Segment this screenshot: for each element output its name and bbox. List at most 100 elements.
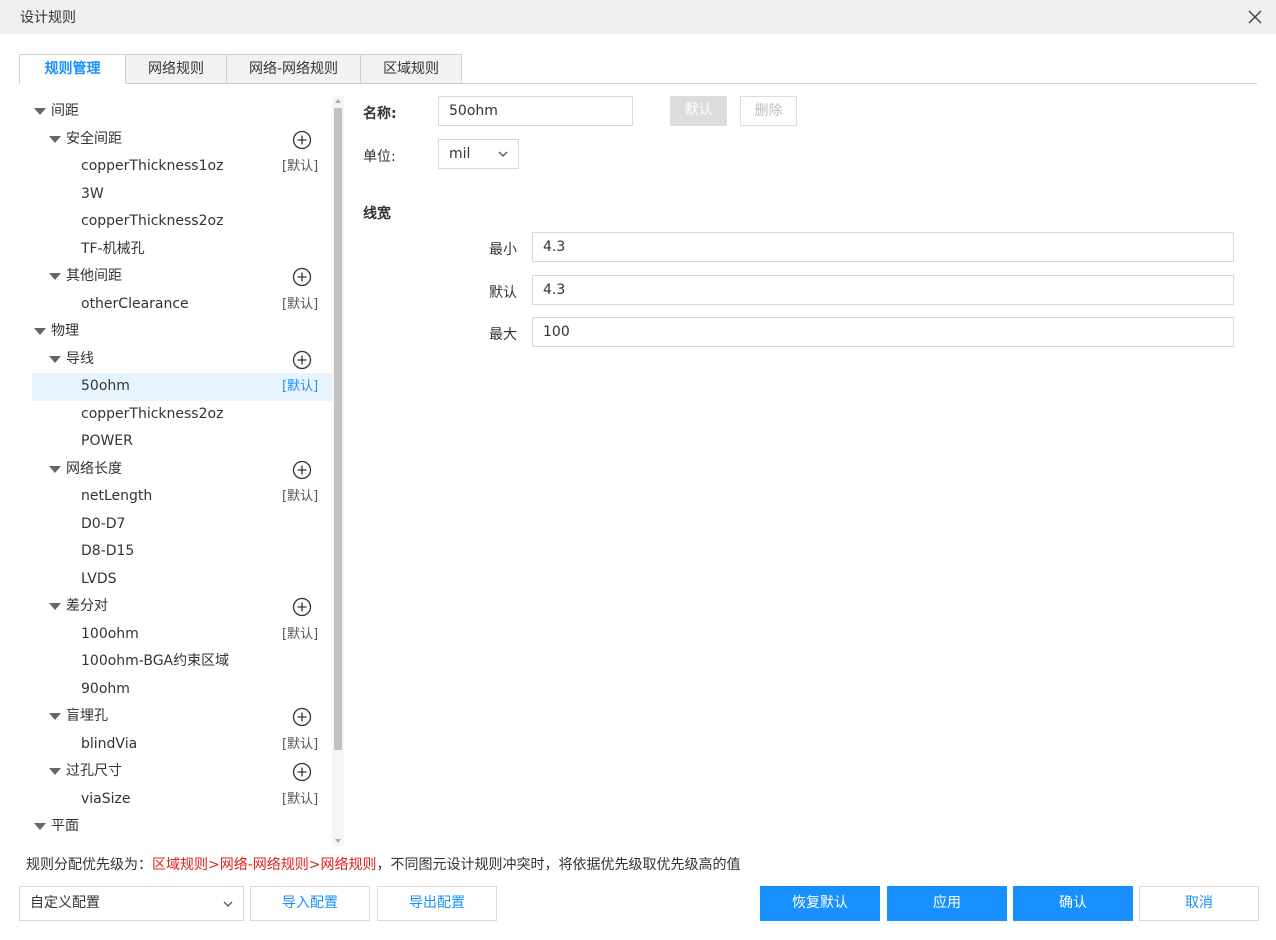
tree-label: 物理 [51,323,79,339]
chevron-down-icon [223,901,233,907]
set-default-button[interactable]: 默认 [670,96,727,126]
tree-label: POWER [81,433,133,449]
tree-label: 90ohm [81,680,130,697]
tree-item[interactable]: viaSize [默认] [32,786,332,814]
plus-circle-icon[interactable] [292,597,312,617]
close-icon[interactable] [1244,6,1266,28]
scrollbar-thumb[interactable] [334,108,342,750]
tree-category-via-size[interactable]: 过孔尺寸 [32,758,332,786]
tree-label: blindVia [81,735,138,752]
name-input[interactable] [438,96,633,126]
scroll-up-icon[interactable] [335,99,341,103]
tree-item[interactable]: copperThickness1oz [默认] [32,153,332,181]
config-value: 自定义配置 [30,895,100,911]
tree-label: viaSize [81,790,131,807]
name-label: 名称: [363,106,397,122]
export-config-button[interactable]: 导出配置 [377,886,497,921]
min-label: 最小 [489,242,517,258]
tab-net-net-rules[interactable]: 网络-网络规则 [227,54,362,84]
caret-down-icon[interactable] [49,603,61,610]
tree-item-selected[interactable]: 50ohm [默认] [32,373,332,401]
tree-item[interactable]: copperThickness2oz [32,401,332,429]
caret-down-icon[interactable] [49,713,61,720]
scroll-down-icon[interactable] [335,839,341,843]
default-badge: [默认] [282,379,319,394]
tree-label: 其他间距 [66,268,122,284]
caret-down-icon[interactable] [49,768,61,775]
tree-label: 过孔尺寸 [66,763,122,779]
import-config-button[interactable]: 导入配置 [250,886,370,921]
default-badge: [默认] [282,159,319,174]
tree-item[interactable]: otherClearance [默认] [32,291,332,319]
note-suffix: ，不同图元设计规则冲突时，将依据优先级取优先级高的值 [376,857,741,873]
confirm-button[interactable]: 确认 [1013,886,1133,921]
rule-tree: 间距 安全间距 copperThickness1oz [默认] 3W coppe… [32,98,332,846]
caret-down-icon[interactable] [49,273,61,280]
tree-category-net-length[interactable]: 网络长度 [32,456,332,484]
dialog-titlebar: 设计规则 [0,0,1276,34]
tree-label: netLength [81,488,153,504]
chevron-down-icon [498,151,508,157]
plus-circle-icon[interactable] [292,762,312,782]
tree-category-blind-buried-via[interactable]: 盲埋孔 [32,703,332,731]
apply-button[interactable]: 应用 [887,886,1007,921]
tree-category-other-spacing[interactable]: 其他间距 [32,263,332,291]
config-select[interactable]: 自定义配置 [19,886,244,921]
dialog-title: 设计规则 [20,10,76,26]
caret-down-icon[interactable] [34,108,46,115]
unit-value: mil [449,146,471,162]
tree-item[interactable]: D0-D7 [32,511,332,539]
delete-button[interactable]: 删除 [740,96,797,126]
tree-label: D0-D7 [81,515,126,532]
tree-item[interactable]: 100ohm-BGA约束区域 [32,648,332,676]
note-prefix: 规则分配优先级为： [26,857,152,873]
caret-down-icon[interactable] [49,135,61,143]
min-width-input[interactable] [532,232,1234,262]
tree-item[interactable]: TF-机械孔 [32,236,332,264]
plus-circle-icon[interactable] [292,130,312,150]
plus-circle-icon[interactable] [292,350,312,370]
tree-item[interactable]: copperThickness2oz [32,208,332,236]
caret-down-icon[interactable] [49,465,61,473]
tree-item[interactable]: D8-D15 [32,538,332,566]
tab-region-rules[interactable]: 区域规则 [361,54,463,84]
restore-default-button[interactable]: 恢复默认 [760,886,880,921]
tree-item[interactable]: 90ohm [32,676,332,704]
tree-label: otherClearance [81,295,189,312]
plus-circle-icon[interactable] [292,267,312,287]
tree-label: 盲埋孔 [66,708,108,724]
max-width-input[interactable] [532,317,1234,347]
tree-category-safety-spacing[interactable]: 安全间距 [32,126,332,154]
tree-item[interactable]: 100ohm [默认] [32,621,332,649]
unit-select[interactable]: mil [438,139,519,169]
tab-net-rules[interactable]: 网络规则 [126,54,227,84]
cancel-button[interactable]: 取消 [1139,886,1259,921]
max-label: 最大 [489,327,517,343]
section-title: 线宽 [363,206,391,222]
tree-category-diff-pair[interactable]: 差分对 [32,593,332,621]
tree-label: 3W [81,185,104,202]
tab-bar: 规则管理 网络规则 网络-网络规则 区域规则 [19,54,1257,84]
tree-group-spacing[interactable]: 间距 [32,98,332,126]
tree-scrollbar[interactable] [332,96,344,846]
caret-down-icon[interactable] [34,328,46,335]
tree-label: 差分对 [66,598,108,614]
plus-circle-icon[interactable] [292,707,312,727]
tree-item[interactable]: netLength [默认] [32,483,332,511]
caret-down-icon[interactable] [49,355,61,363]
tree-category-track[interactable]: 导线 [32,346,332,374]
tree-label: 100ohm-BGA约束区域 [81,653,230,669]
tree-group-plane[interactable]: 平面 [32,813,332,841]
tree-label: 安全间距 [66,130,122,147]
default-badge: [默认] [282,736,319,752]
tree-group-physical[interactable]: 物理 [32,318,332,346]
default-width-input[interactable] [532,275,1234,305]
tab-rule-management[interactable]: 规则管理 [19,54,126,84]
plus-circle-icon[interactable] [292,460,312,480]
caret-down-icon[interactable] [34,823,46,830]
tree-item[interactable]: LVDS [32,566,332,594]
default-badge: [默认] [282,296,319,312]
tree-item[interactable]: POWER [32,428,332,456]
tree-item[interactable]: blindVia [默认] [32,731,332,759]
tree-item[interactable]: 3W [32,181,332,209]
